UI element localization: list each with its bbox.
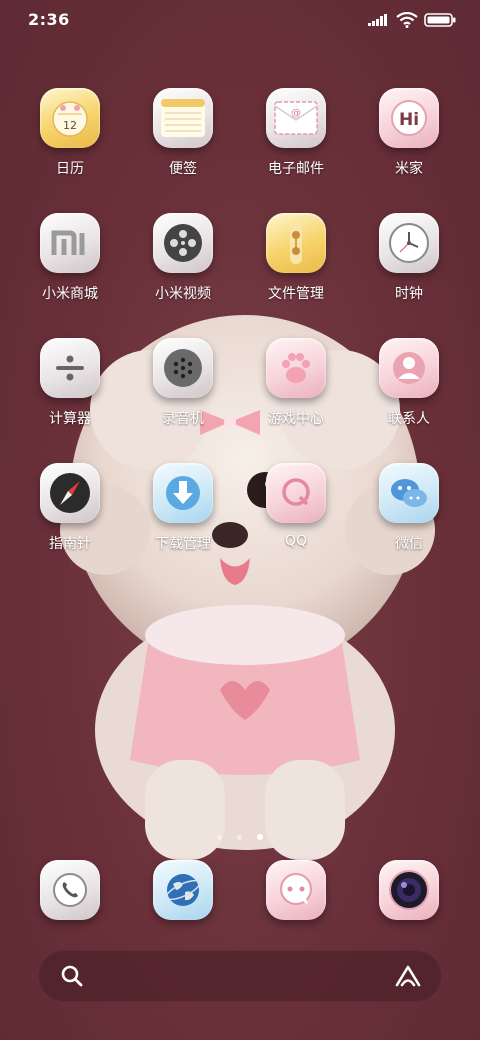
compass-icon [40,463,100,523]
phone-icon [40,860,100,920]
globe-icon [153,860,213,920]
app-download-manager[interactable]: 下载管理 [133,463,233,553]
svg-text:12: 12 [63,119,77,132]
app-label: 文件管理 [268,286,324,302]
divide-icon [40,338,100,398]
microphone-grill-icon [153,338,213,398]
camera-lens-icon [379,860,439,920]
app-label: 游戏中心 [268,411,324,427]
app-qq[interactable]: QQ [246,463,346,549]
film-reel-icon [153,213,213,273]
mail-icon: @ [266,88,326,148]
chat-bubble-icon [266,860,326,920]
app-compass[interactable]: 指南针 [20,463,120,553]
page-dot[interactable] [237,835,242,840]
app-label: 微信 [395,536,423,552]
qq-icon [266,463,326,523]
app-label: 米家 [395,161,423,177]
paw-icon [266,338,326,398]
cellular-signal-icon [368,14,387,26]
app-calculator[interactable]: 计算器 [20,338,120,428]
assistant-icon[interactable] [394,964,422,988]
app-label: 电子邮件 [268,161,324,177]
wifi-icon [396,12,418,28]
page-dot-active[interactable] [257,834,264,840]
app-label: 录音机 [162,411,204,427]
app-label: 日历 [56,161,84,177]
search-bar[interactable] [38,950,442,1002]
app-label: 时钟 [395,286,423,302]
app-mijia[interactable]: Hi 米家 [359,88,459,178]
person-icon [379,338,439,398]
dock-camera[interactable] [359,860,459,920]
app-label: QQ [284,533,308,549]
wechat-bubbles-icon [379,463,439,523]
battery-icon [424,13,456,27]
app-wechat[interactable]: 微信 [359,463,459,553]
status-time: 2:36 [28,10,70,29]
app-calendar[interactable]: 12 日历 [20,88,120,178]
dock-browser[interactable] [133,860,233,920]
status-bar: 2:36 [0,0,480,40]
app-label: 联系人 [388,411,430,427]
notes-icon [153,88,213,148]
svg-text:@: @ [291,108,301,119]
dock-messages[interactable] [246,860,346,920]
page-dot[interactable] [216,835,222,840]
app-label: 下载管理 [155,536,211,552]
app-email[interactable]: @ 电子邮件 [246,88,346,178]
app-label: 小米商城 [42,286,98,302]
app-mi-video[interactable]: 小米视频 [133,213,233,303]
mi-store-icon [40,213,100,273]
clock-icon [379,213,439,273]
app-label: 小米视频 [155,286,211,302]
folder-button-icon [266,213,326,273]
page-indicator[interactable] [0,825,480,844]
app-mi-store[interactable]: 小米商城 [20,213,120,303]
calendar-icon: 12 [40,88,100,148]
app-label: 便签 [169,161,197,177]
app-label: 指南针 [49,536,91,552]
app-contacts[interactable]: 联系人 [359,338,459,428]
app-game-center[interactable]: 游戏中心 [246,338,346,428]
dock-phone[interactable] [20,860,120,920]
svg-text:Hi: Hi [399,110,419,130]
app-label: 计算器 [49,411,91,427]
app-recorder[interactable]: 录音机 [133,338,233,428]
app-clock[interactable]: 时钟 [359,213,459,303]
download-arrow-icon [153,463,213,523]
app-notes[interactable]: 便签 [133,88,233,178]
app-file-manager[interactable]: 文件管理 [246,213,346,303]
search-icon[interactable] [60,964,84,988]
mijia-icon: Hi [379,88,439,148]
